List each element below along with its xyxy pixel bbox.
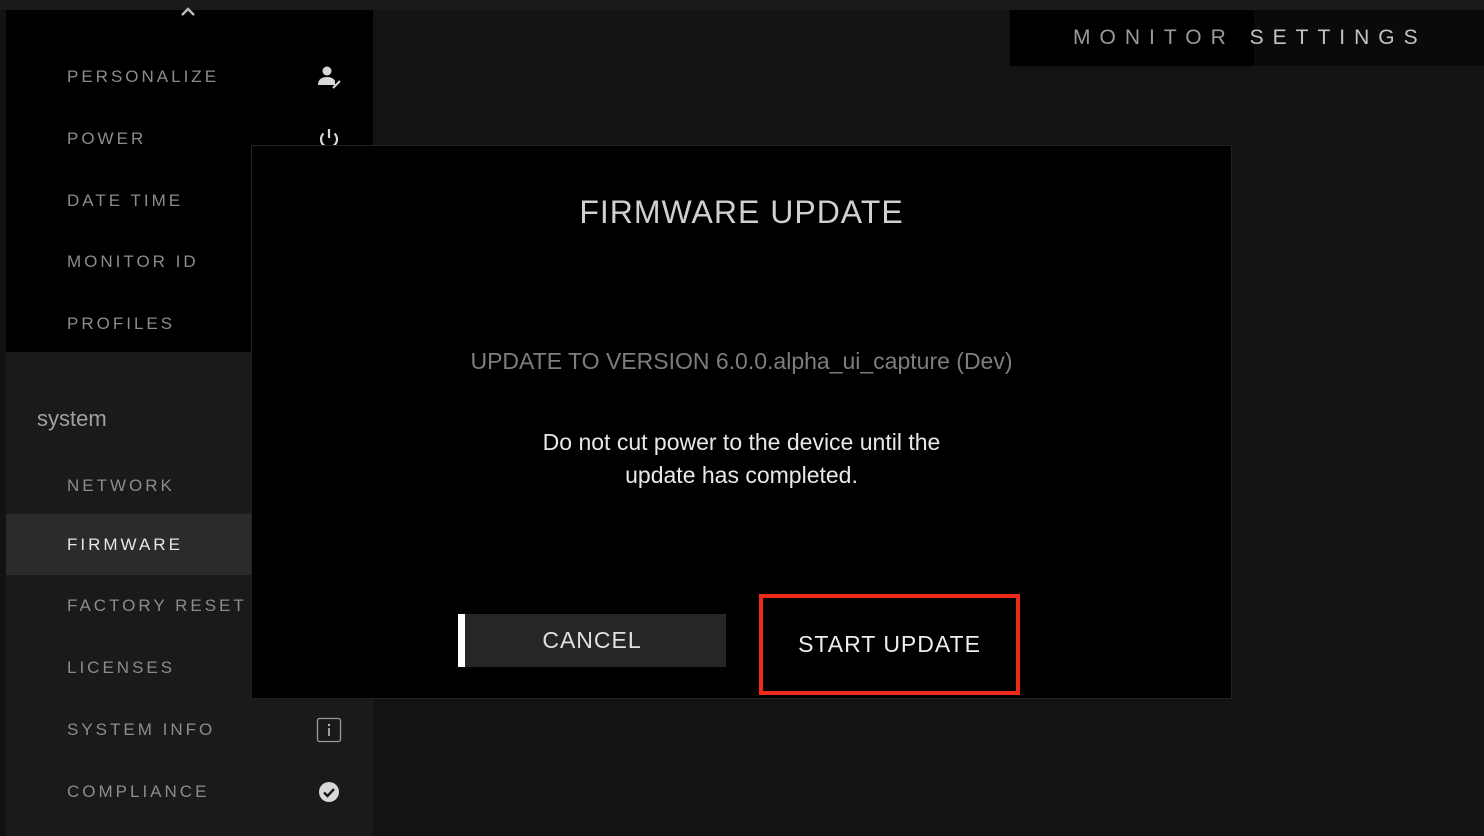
- sidebar-item-label: NETWORK: [67, 475, 175, 495]
- sidebar-item-label: POWER: [67, 128, 147, 148]
- monitor-settings-screen: MONITOR SETTINGS PERSONALIZE POWER DATE …: [0, 0, 1484, 836]
- sidebar-item-label: PERSONALIZE: [67, 66, 220, 86]
- top-strip: [0, 0, 1484, 10]
- warning-text: Do not cut power to the device until the…: [252, 426, 1231, 492]
- sidebar-item-label: PROFILES: [67, 313, 176, 333]
- warning-line: update has completed.: [625, 462, 858, 488]
- dialog-title: FIRMWARE UPDATE: [579, 194, 904, 230]
- sidebar-item-label: LICENSES: [67, 657, 176, 677]
- sidebar-item-system-info[interactable]: SYSTEM INFO: [6, 699, 373, 760]
- sidebar-item-personalize[interactable]: PERSONALIZE: [6, 46, 373, 107]
- page-title: MONITOR SETTINGS: [1073, 26, 1427, 50]
- chevron-up-icon[interactable]: [180, 4, 196, 20]
- page-title-part2: SETTINGS: [1249, 26, 1427, 49]
- person-edit-icon: [318, 66, 341, 89]
- check-circle-icon: [319, 781, 339, 802]
- start-update-button-label: START UPDATE: [798, 631, 981, 657]
- info-icon: [316, 717, 342, 742]
- section-label-system: system: [37, 406, 107, 431]
- sidebar-item-label: SYSTEM INFO: [67, 719, 216, 739]
- page-title-part1: MONITOR: [1073, 26, 1235, 49]
- firmware-update-dialog: FIRMWARE UPDATE UPDATE TO VERSION 6.0.0.…: [251, 145, 1232, 699]
- sidebar-item-label: FACTORY RESET: [67, 595, 247, 615]
- sidebar-item-label: FIRMWARE: [67, 534, 183, 554]
- start-update-button[interactable]: START UPDATE: [759, 594, 1020, 695]
- sidebar-item-compliance[interactable]: COMPLIANCE: [6, 761, 373, 822]
- cancel-button-label: CANCEL: [542, 627, 642, 653]
- warning-line: Do not cut power to the device until the: [542, 429, 941, 455]
- sidebar-item-label: COMPLIANCE: [67, 781, 210, 801]
- sidebar-item-label: MONITOR ID: [67, 251, 199, 271]
- cancel-button[interactable]: CANCEL: [458, 614, 726, 667]
- version-text: UPDATE TO VERSION 6.0.0.alpha_ui_capture…: [470, 348, 1013, 374]
- sidebar-item-label: DATE TIME: [67, 190, 184, 210]
